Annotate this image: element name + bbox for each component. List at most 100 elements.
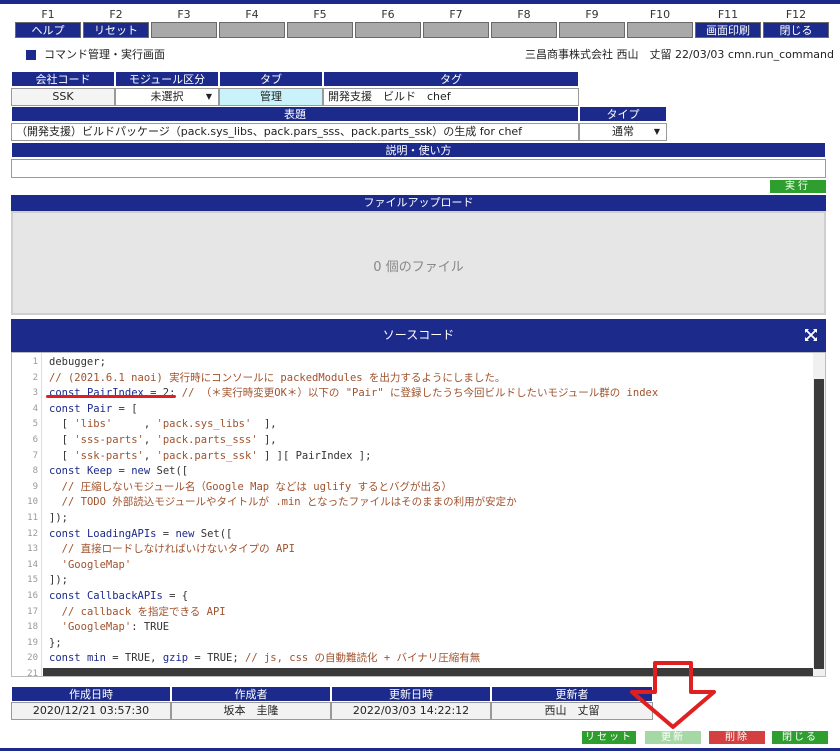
- close-fkey-button[interactable]: 閉じる: [763, 22, 829, 38]
- fkey-f1: F1 ヘルプ: [14, 7, 82, 39]
- line-number: 16: [27, 591, 38, 601]
- help-button[interactable]: ヘルプ: [15, 22, 81, 38]
- subject-input[interactable]: （開発支援）ビルドパッケージ（pack.sys_libs、pack.pars_s…: [11, 123, 579, 141]
- fkey-number: F1: [41, 8, 55, 21]
- line-number: 15: [27, 575, 38, 586]
- vertical-scrollbar[interactable]: [813, 353, 825, 676]
- line-number: 9: [32, 481, 38, 492]
- line-number: 5: [32, 419, 38, 430]
- print-screen-button[interactable]: 画面印刷: [695, 22, 761, 38]
- fkey-f7: F7: [422, 7, 490, 39]
- fkey-number: F12: [785, 8, 807, 21]
- company-code-value: SSK: [11, 88, 115, 106]
- code-line-13: // 直接ロードしなければいけないタイプの API: [61, 543, 295, 556]
- fkey-f9: F9: [558, 7, 626, 39]
- dropdown-arrow-icon: ▼: [653, 127, 660, 136]
- line-number: 10: [27, 497, 38, 508]
- code-line-14: 'GoogleMap': [61, 558, 132, 571]
- line-number: 17: [27, 606, 38, 617]
- fkey-number: F8: [517, 8, 531, 21]
- code-line-3: const PairIndex = 2; // （＊実行時変更OK＊）以下の "…: [49, 387, 659, 400]
- line-number: 2: [32, 372, 38, 383]
- source-code-title-text: ソースコード: [382, 328, 455, 342]
- code-line-20: const min = TRUE, gzip = TRUE; // js, cs…: [49, 652, 481, 665]
- tab-label: タブ: [219, 71, 323, 87]
- code-line-19: };: [49, 636, 62, 649]
- fkey-f7-button: [423, 22, 489, 38]
- tag-input[interactable]: 開発支援 ビルド chef: [323, 88, 579, 106]
- line-number: 6: [32, 435, 38, 445]
- tag-label: タグ: [323, 71, 579, 87]
- line-number: 18: [27, 622, 38, 633]
- fkey-f2: F2 リセット: [82, 7, 150, 39]
- description-input[interactable]: [11, 159, 826, 178]
- line-number: 13: [27, 544, 38, 555]
- line-number: 20: [27, 653, 38, 664]
- execute-button[interactable]: 実行: [770, 180, 826, 193]
- code-line-12: const LoadingAPIs = new Set([: [49, 527, 233, 540]
- fkey-f12: F12 閉じる: [762, 7, 830, 39]
- reset-fkey-button[interactable]: リセット: [83, 22, 149, 38]
- line-number: 4: [32, 403, 38, 414]
- page-header: コマンド管理・実行画面 三昌商事株式会社 西山 丈留 22/03/03 cmn.…: [26, 48, 834, 62]
- update-button[interactable]: 更新: [645, 731, 701, 744]
- author-value: 坂本 圭隆: [171, 702, 331, 720]
- fkey-f8-button: [491, 22, 557, 38]
- updated-date-value: 2022/03/03 14:22:12: [331, 702, 491, 720]
- code-line-11: ]);: [49, 512, 68, 524]
- fkey-number: F3: [177, 8, 191, 21]
- fkey-f3: F3: [150, 7, 218, 39]
- code-line-7: [ 'ssk-parts', 'pack.parts_ssk' ] ][ Pai…: [49, 449, 372, 462]
- code-line-6: [ 'sss-parts', 'pack.parts_sss' ],: [49, 434, 277, 446]
- code-line-18: 'GoogleMap': TRUE: [61, 621, 170, 634]
- fkey-number: F6: [381, 8, 395, 21]
- file-count-text: 0 個のファイル: [373, 260, 464, 275]
- module-type-label: モジュール区分: [115, 71, 219, 87]
- type-value: 通常: [612, 125, 634, 138]
- fkey-number: F7: [449, 8, 463, 21]
- square-icon: [26, 50, 36, 60]
- subject-label: 表題: [11, 106, 579, 122]
- fkey-number: F2: [109, 8, 123, 21]
- fkey-f3-button: [151, 22, 217, 38]
- updated-date-label: 更新日時: [331, 686, 491, 702]
- tab-input[interactable]: 管理: [219, 88, 323, 106]
- page-title: コマンド管理・実行画面: [44, 48, 165, 61]
- fkey-f10-button: [627, 22, 693, 38]
- line-number: 12: [27, 528, 38, 539]
- code-line-16: const CallbackAPIs = {: [49, 590, 189, 602]
- created-date-label: 作成日時: [11, 686, 171, 702]
- line-number: 14: [27, 559, 38, 570]
- file-drop-zone[interactable]: 0 個のファイル: [11, 211, 826, 315]
- code-line-9: // 圧縮しないモジュール名（Google Map などは uglify すると…: [61, 480, 452, 493]
- line-number: 19: [27, 637, 38, 648]
- fkey-number: F10: [649, 8, 671, 21]
- source-code-editor[interactable]: 1 2 3 4 5 6 7 8 9 10 11 12 13 14 15 16 1…: [11, 352, 826, 677]
- code-line-4: const Pair = [: [49, 402, 138, 415]
- line-number: 21: [27, 669, 38, 677]
- fkey-number: F11: [717, 8, 739, 21]
- type-select[interactable]: 通常 ▼: [579, 123, 667, 141]
- reset-button[interactable]: リセット: [582, 731, 636, 744]
- author-label: 作成者: [171, 686, 331, 702]
- created-date-value: 2020/12/21 03:57:30: [11, 702, 171, 720]
- fkey-f4: F4: [218, 7, 286, 39]
- fkey-number: F9: [585, 8, 599, 21]
- fkey-f8: F8: [490, 7, 558, 39]
- down-arrow-annotation-icon: [630, 661, 716, 729]
- module-type-select[interactable]: 未選択 ▼: [115, 88, 219, 106]
- expand-icon[interactable]: [804, 328, 818, 342]
- fkey-f6-button: [355, 22, 421, 38]
- fkey-number: F4: [245, 8, 259, 21]
- code-line-1: debugger;: [49, 356, 106, 368]
- scrollbar-thumb[interactable]: [814, 379, 824, 669]
- type-label: タイプ: [579, 106, 667, 122]
- company-code-label: 会社コード: [11, 71, 115, 87]
- line-number: 8: [32, 466, 38, 477]
- delete-button[interactable]: 削除: [709, 731, 765, 744]
- line-number: 1: [32, 357, 38, 367]
- fkey-f9-button: [559, 22, 625, 38]
- fkey-f10: F10: [626, 7, 694, 39]
- close-button[interactable]: 閉じる: [772, 731, 828, 744]
- dropdown-arrow-icon: ▼: [205, 92, 212, 101]
